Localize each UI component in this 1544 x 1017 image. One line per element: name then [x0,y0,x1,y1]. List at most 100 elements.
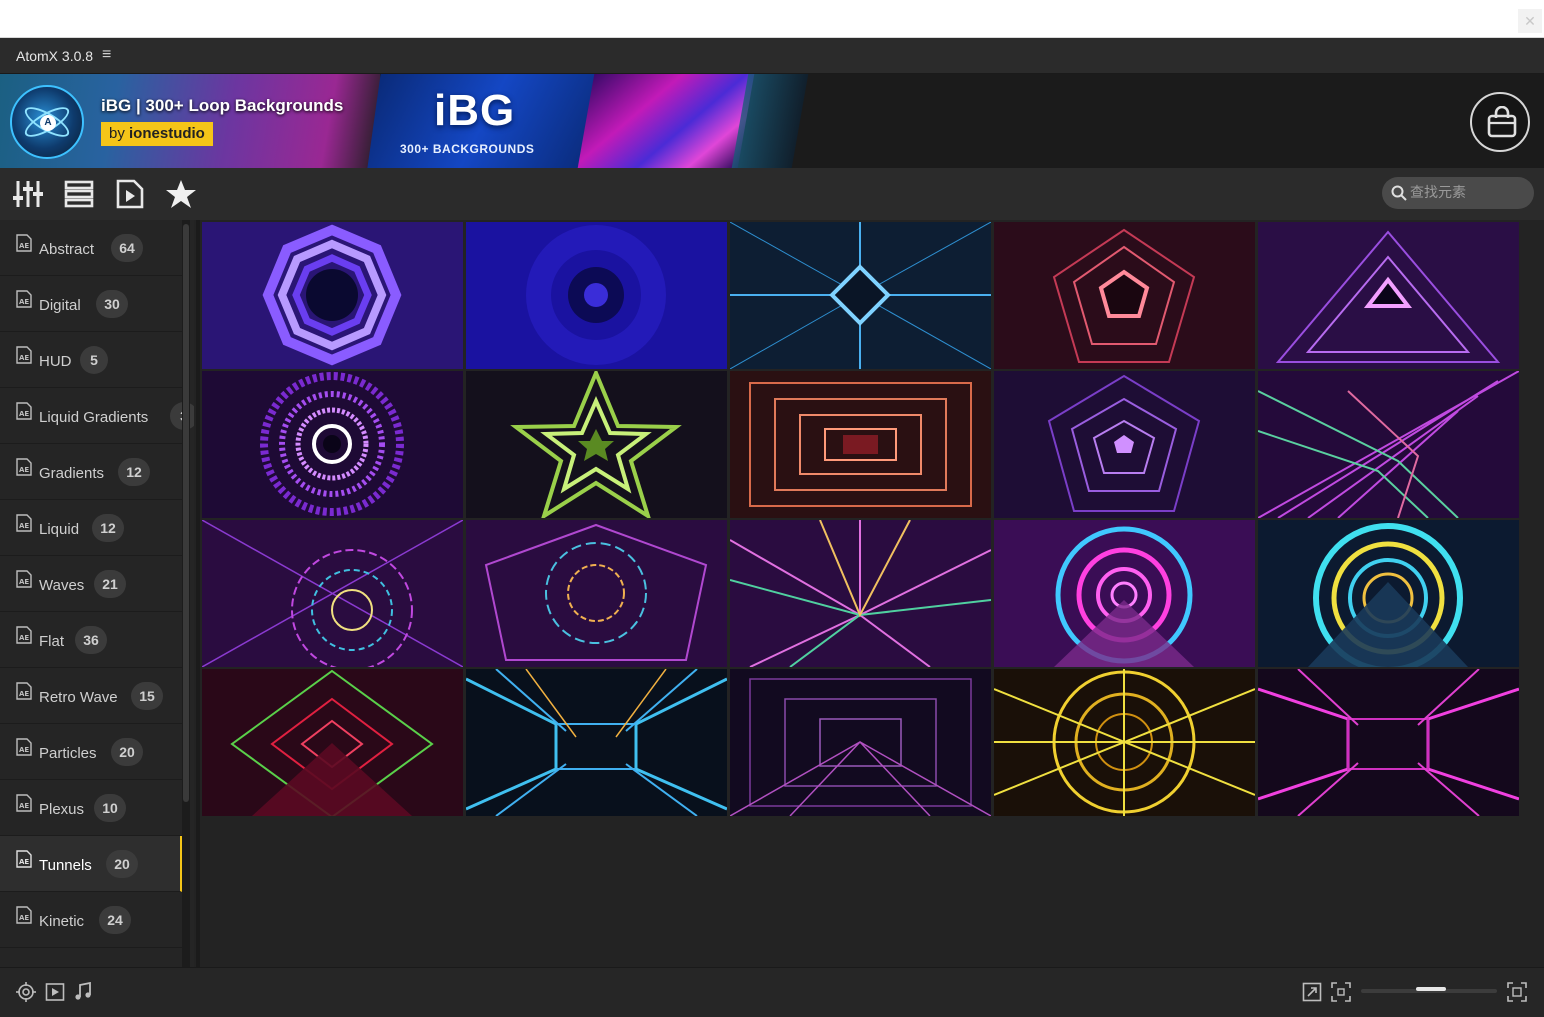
ae-file-icon: AE [16,682,32,700]
category-name: Digital [39,297,81,314]
thumbnail-neon-circle-tunnel[interactable] [994,520,1255,667]
thumbnail-red-green-diamonds[interactable] [202,669,463,816]
thumbnail-cyan-grid-tunnel[interactable] [466,669,727,816]
thumbnail-blue-vortex[interactable] [466,222,727,369]
thumbnail-rainbow-spiral-2[interactable] [466,520,727,667]
thumbnail-rainbow-star-lines[interactable] [730,520,991,667]
ae-file-icon: AE [16,570,32,588]
category-count-badge: 24 [99,906,131,934]
category-item-gradients[interactable]: AE Gradients 12 [0,444,182,500]
asset-thumbnail-grid [202,222,1522,818]
bottom-status-bar [0,967,1544,1017]
category-item-retro-wave[interactable]: AE Retro Wave 15 [0,668,182,724]
category-count-badge: 15 [131,682,163,710]
thumbnail-cyan-yellow-rings[interactable] [1258,520,1519,667]
banner-ibg-logo: iBG [434,86,516,135]
thumbnail-magenta-grid-tunnel[interactable] [1258,669,1519,816]
ae-file-icon: AE [16,794,32,812]
thumbnail-neon-spiral-triangle[interactable] [1258,371,1519,518]
category-name: Kinetic [39,913,85,930]
category-count-badge: 64 [111,234,143,262]
banner-artwork: iBG 300+ BACKGROUNDS [0,74,810,168]
author-badge[interactable]: by ionestudio [101,122,213,146]
category-name: Plexus [39,801,85,818]
svg-text:AE: AE [19,354,29,362]
category-count-badge: 20 [106,850,138,878]
thumbnail-rainbow-spiral-1[interactable] [202,520,463,667]
thumbnail-octagon-tunnel[interactable] [202,222,463,369]
atomx-panel: AtomX 3.0.8 ≡ iBG 300+ BACKGROUNDS A iBG… [0,38,1544,1017]
search-icon [1391,185,1407,201]
ae-file-icon: AE [16,290,32,308]
thumbnail-purple-rings[interactable] [202,371,463,518]
category-sidebar: AE Abstract 64 AE Digital 30 AE HUD 5 AE… [0,220,194,967]
thumbnail-orange-rect-tunnel[interactable] [730,371,991,518]
sidebar-scroll-thumb[interactable] [183,224,189,802]
category-name: Flat [39,633,65,650]
thumbnail-violet-pentagon[interactable] [994,371,1255,518]
pack-banner: iBG 300+ BACKGROUNDS A iBG | 300+ Loop B… [0,74,1544,168]
ae-file-icon: AE [16,850,32,868]
search-box [1382,177,1534,209]
category-name: Liquid Gradients [39,409,149,426]
ae-file-icon: AE [16,458,32,476]
app-title: AtomX 3.0.8 [16,48,94,64]
category-count-badge: 12 [92,514,124,542]
svg-text:AE: AE [19,690,29,698]
list-view-icon[interactable] [63,178,95,210]
host-close-button[interactable]: ✕ [1518,9,1542,33]
category-count-badge: 20 [111,738,143,766]
category-item-liquid[interactable]: AE Liquid 12 [0,500,182,556]
ae-file-icon: AE [16,514,32,532]
shopping-bag-icon [1487,106,1517,138]
thumbnail-red-pentagon[interactable] [994,222,1255,369]
thumbnail-green-star[interactable] [466,371,727,518]
svg-text:AE: AE [19,410,29,418]
ae-file-icon: AE [16,402,32,420]
video-play-icon[interactable] [45,982,65,1002]
category-item-tunnels[interactable]: AE Tunnels 20 [0,836,182,892]
large-grid-icon[interactable] [1507,982,1527,1002]
ae-file-icon: AE [16,234,32,252]
mixer-sliders-icon[interactable] [12,178,44,210]
thumbnail-yellow-web-tunnel[interactable] [994,669,1255,816]
zoom-slider-handle[interactable] [1416,987,1446,991]
favorites-star-icon[interactable] [165,178,197,210]
category-count-badge: 30 [96,290,128,318]
category-item-liquid-gradients[interactable]: AE Liquid Gradients 3 [0,388,194,444]
ae-file-icon: AE [16,626,32,644]
category-item-particles[interactable]: AE Particles 20 [0,724,182,780]
layer-target-icon[interactable] [16,982,36,1002]
category-name: Abstract [39,241,95,258]
category-item-digital[interactable]: AE Digital 30 [0,276,182,332]
fit-frame-icon[interactable] [1331,982,1351,1002]
category-item-plexus[interactable]: AE Plexus 10 [0,780,182,836]
thumbnail-violet-grid-tunnel[interactable] [730,669,991,816]
hamburger-menu-icon[interactable]: ≡ [102,46,111,64]
thumbnail-blue-diamond[interactable] [730,222,991,369]
category-item-flat[interactable]: AE Flat 36 [0,612,182,668]
host-window-title-fragment [330,0,455,4]
zoom-slider[interactable] [1361,987,1497,993]
banner-ibg-subtitle: 300+ BACKGROUNDS [400,142,535,156]
category-name: Tunnels [39,857,92,874]
shop-bag-button[interactable] [1470,92,1530,152]
category-item-hud[interactable]: AE HUD 5 [0,332,182,388]
category-count-badge: 21 [94,570,126,598]
music-note-icon[interactable] [73,981,93,1002]
category-item-partial[interactable] [0,948,182,967]
category-name: Particles [39,745,97,762]
thumbnail-purple-triangle[interactable] [1258,222,1519,369]
search-input[interactable] [1410,177,1528,209]
svg-text:AE: AE [19,914,29,922]
category-item-kinetic[interactable]: AE Kinetic 24 [0,892,182,948]
media-file-play-icon[interactable] [114,178,146,210]
expand-icon[interactable] [1302,982,1322,1002]
svg-text:AE: AE [19,242,29,250]
panel-divider[interactable] [196,220,200,967]
category-name: Retro Wave [39,689,118,706]
category-item-waves[interactable]: AE Waves 21 [0,556,182,612]
sidebar-scrollbar[interactable] [182,220,190,967]
category-item-abstract[interactable]: AE Abstract 64 [0,220,182,276]
category-name: Liquid [39,521,80,538]
